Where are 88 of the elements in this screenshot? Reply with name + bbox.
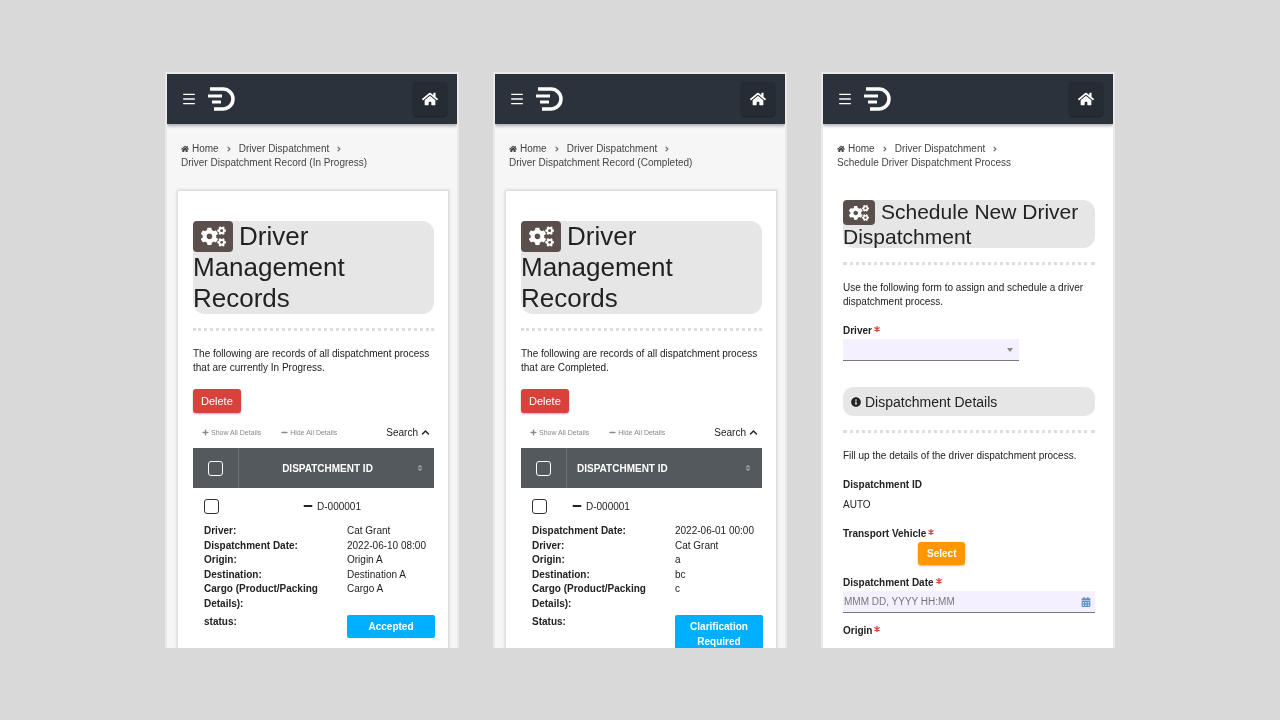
plus-icon xyxy=(530,429,537,436)
detail-value: bc xyxy=(675,567,687,582)
sort-icon[interactable] xyxy=(744,464,752,472)
column-header[interactable]: DISPATCHMENT ID xyxy=(567,462,744,474)
menu-icon[interactable] xyxy=(509,91,525,107)
status-badge: Accepted xyxy=(347,615,435,638)
caret-icon xyxy=(1007,347,1013,352)
detail-value: 2022-06-10 08:00 xyxy=(347,538,427,553)
breadcrumb-link[interactable]: Driver Dispatchment xyxy=(238,142,330,156)
home-button[interactable] xyxy=(1069,82,1103,116)
calendar-icon[interactable] xyxy=(1081,597,1091,607)
detail-label: Origin: xyxy=(204,553,238,567)
home-icon xyxy=(750,91,766,107)
menu-icon[interactable] xyxy=(181,91,197,107)
detail-label: Origin: xyxy=(532,553,566,567)
search-toggle[interactable]: Search xyxy=(714,427,758,438)
detail-label: Dispatchment Date: xyxy=(204,538,299,553)
breadcrumb-link[interactable]: Driver Dispatchment Record (In Progress) xyxy=(181,156,368,170)
chevron-up-icon xyxy=(749,428,758,437)
detail-label: Cargo (Product/Packing Details): xyxy=(532,582,647,611)
home-icon xyxy=(509,145,517,153)
breadcrumb-link[interactable]: Driver Dispatchment xyxy=(894,142,986,156)
checkbox[interactable] xyxy=(204,498,219,514)
chevron-up-icon xyxy=(421,428,430,437)
delete-button[interactable]: Delete xyxy=(521,389,569,413)
home-icon xyxy=(1078,91,1094,107)
intro-text: The following are records of all dispatchment process that are Completed. xyxy=(521,347,759,375)
info-icon xyxy=(851,396,861,407)
detail-value: Destination A xyxy=(347,567,407,582)
minus-icon xyxy=(609,429,617,436)
breadcrumb-link[interactable]: Home xyxy=(837,142,875,156)
dispatchment-id: D-000001 xyxy=(586,500,630,512)
search-toggle[interactable]: Search xyxy=(386,427,430,438)
detail-label: status: xyxy=(204,615,238,629)
driver-select[interactable] xyxy=(843,339,1019,361)
section-title: Dispatchment Details xyxy=(865,393,998,410)
field-value: AUTO xyxy=(843,499,872,510)
detail-value: 2022-06-01 00:00 xyxy=(675,524,755,538)
menu-icon[interactable] xyxy=(837,91,853,107)
detail-label: Driver: xyxy=(204,524,238,538)
field-label: Dispatchment ID xyxy=(843,479,922,490)
section-description: Fill up the details of the driver dispatchment process. xyxy=(843,449,1078,463)
gears-icon xyxy=(193,221,233,252)
detail-label: Driver: xyxy=(532,538,566,553)
detail-value: c xyxy=(675,582,681,596)
chevron-icon xyxy=(552,145,561,153)
chevron-icon xyxy=(880,145,889,153)
sort-icon[interactable] xyxy=(416,464,424,472)
field-label: Dispatchment Date xyxy=(843,577,934,588)
status-badge: Clarification Required xyxy=(675,615,763,648)
intro-text: Use the following form to assign and schedule a driver dispatchment process. xyxy=(843,281,1085,309)
detail-value: a xyxy=(675,553,682,567)
home-button[interactable] xyxy=(741,82,775,116)
detail-label: Destination: xyxy=(532,567,591,582)
breadcrumb-link[interactable]: Schedule Driver Dispatchment Process xyxy=(837,156,1011,170)
page-title: Driver Management Records xyxy=(521,221,762,314)
detail-label: Cargo (Product/Packing Details): xyxy=(204,582,319,611)
checkbox[interactable] xyxy=(532,498,547,514)
field-label: Transport Vehicle xyxy=(843,528,927,539)
breadcrumb-link[interactable]: Driver Dispatchment xyxy=(566,142,658,156)
detail-value: Cargo A xyxy=(347,582,385,596)
field-label: Driver xyxy=(843,325,872,336)
page-title: Driver Management Records xyxy=(193,221,434,314)
home-icon xyxy=(181,145,189,153)
date-field[interactable]: MMM DD, YYYY HH:MM xyxy=(843,591,1095,613)
home-icon xyxy=(837,145,845,153)
intro-text: The following are records of all dispatchment process that are currently In Progress. xyxy=(193,347,431,375)
chevron-icon xyxy=(224,145,233,153)
detail-label: Status: xyxy=(532,615,567,629)
breadcrumb-link[interactable]: Home xyxy=(181,142,219,156)
dispatchment-id: D-000001 xyxy=(317,500,361,512)
field-label: Origin xyxy=(843,625,873,636)
detail-value: Origin A xyxy=(347,553,384,567)
column-header[interactable]: DISPATCHMENT ID xyxy=(239,462,416,474)
page-title: Schedule New Driver Dispatchment xyxy=(843,200,1095,248)
detail-label: Destination: xyxy=(204,567,263,582)
home-button[interactable] xyxy=(413,82,447,116)
plus-icon xyxy=(202,429,209,436)
gears-icon xyxy=(521,221,561,252)
gears-icon xyxy=(843,200,875,225)
minus-icon xyxy=(281,429,289,436)
delete-button[interactable]: Delete xyxy=(193,389,241,413)
detail-value: Cat Grant xyxy=(347,524,392,538)
detail-value: Cat Grant xyxy=(675,538,720,553)
breadcrumb-link[interactable]: Driver Dispatchment Record (Completed) xyxy=(509,156,693,170)
breadcrumb-link[interactable]: Home xyxy=(509,142,547,156)
detail-label: Dispatchment Date: xyxy=(532,524,627,538)
home-icon xyxy=(422,91,438,107)
